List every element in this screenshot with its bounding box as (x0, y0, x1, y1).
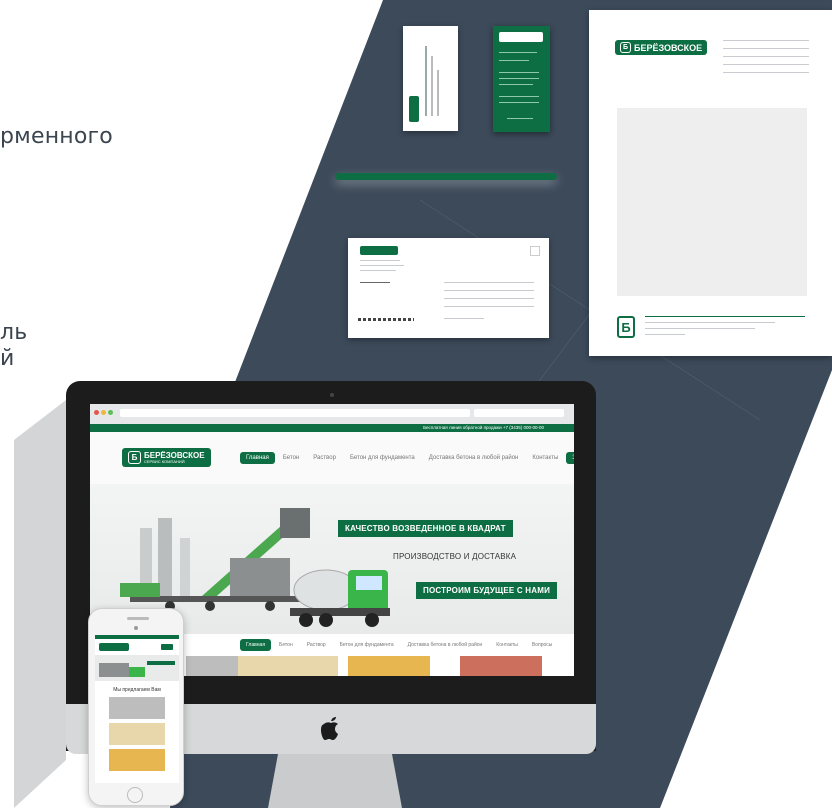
monitor-camera (330, 393, 334, 397)
site-nav-item[interactable]: Заказать (566, 452, 574, 464)
site-nav-item[interactable]: Контакты (526, 452, 564, 464)
phone-speaker (127, 617, 149, 620)
phone-hero (95, 655, 179, 681)
phone-section-title: Мы предлагаем Вам (113, 687, 161, 693)
phone-camera (134, 626, 138, 630)
site-topbar: Бесплатная линия обратной продажи +7 (34… (90, 424, 574, 432)
hero-slogan-production: ПРОИЗВОДСТВО И ДОСТАВКА (393, 552, 517, 561)
subnav-item[interactable]: Контакты (490, 639, 524, 651)
subnav-item[interactable]: Главная (240, 639, 272, 651)
site-nav-item[interactable]: Бетон (277, 452, 305, 464)
product-tile-2[interactable] (238, 656, 338, 676)
site-nav-item[interactable]: Бетон для фундамента (344, 452, 421, 464)
phone-logo (99, 643, 129, 651)
site-nav-item[interactable]: Доставка бетона в любой район (423, 452, 525, 464)
product-tile-4[interactable] (460, 656, 542, 676)
maximize-dot-icon[interactable] (108, 410, 113, 415)
hero-slogan-future: ПОСТРОИМ БУДУЩЕЕ С НАМИ (416, 582, 558, 599)
phone-tile-3[interactable] (109, 749, 165, 771)
mockup-stage: рменного ль й Б БЕРЁЗОВСКОЕ Б Бесплатная… (0, 0, 832, 808)
site-brand-tagline: СЕРВИС КОМПАНИЙ (144, 458, 185, 464)
subnav-item[interactable]: Вопросы (526, 639, 558, 651)
subnav-item[interactable]: Доставка бетона в любой район (402, 639, 489, 651)
close-dot-icon[interactable] (94, 410, 99, 415)
browser-chrome (90, 404, 574, 424)
minimize-dot-icon[interactable] (101, 410, 106, 415)
phone-tile-1[interactable] (109, 697, 165, 719)
phone-home-button[interactable] (127, 787, 143, 803)
mixer-truck-illustration (290, 569, 390, 627)
phone-screen: Мы предлагаем Вам (95, 635, 179, 783)
product-tile-3[interactable] (348, 656, 430, 676)
subnav-item[interactable]: Бетон для фундамента (334, 639, 400, 651)
address-bar[interactable] (120, 409, 470, 417)
subnav-item[interactable]: Раствор (301, 639, 332, 651)
smartphone: Мы предлагаем Вам (88, 608, 184, 806)
subnav-item[interactable]: Бетон (273, 639, 299, 651)
site-header: Б БЕРЁЗОВСКОЕ СЕРВИС КОМПАНИЙ Главная Бет… (90, 432, 574, 484)
subnav-list: Главная Бетон Раствор Бетон для фундамента Д… (240, 639, 558, 651)
phone-tile-2[interactable] (109, 723, 165, 745)
site-nav-item[interactable]: Раствор (307, 452, 342, 464)
site-logo[interactable]: Б БЕРЁЗОВСКОЕ СЕРВИС КОМПАНИЙ (122, 448, 211, 467)
site-nav: Главная Бетон Раствор Бетон для фундамента Д… (240, 452, 574, 464)
browser-search-input[interactable] (474, 409, 564, 417)
phone-menu-icon[interactable] (161, 644, 173, 650)
site-nav-item[interactable]: Главная (240, 452, 275, 464)
hero-slogan-quality: КАЧЕСТВО ВОЗВЕДЕННОЕ В КВАДРАТ (338, 520, 513, 537)
site-logo-mark-icon: Б (128, 451, 141, 464)
